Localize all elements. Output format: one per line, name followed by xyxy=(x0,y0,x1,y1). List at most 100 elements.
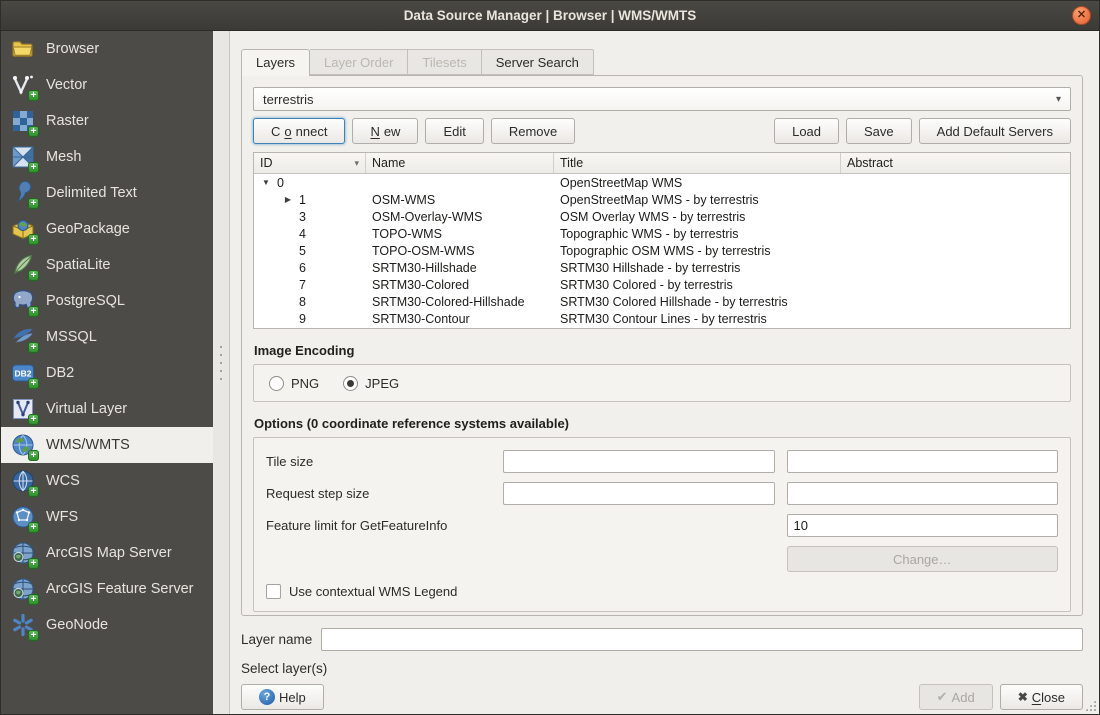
sidebar-item-postgresql[interactable]: +PostgreSQL xyxy=(1,283,213,319)
feature-limit-input[interactable] xyxy=(787,514,1059,537)
branch-open-icon[interactable]: ▼ xyxy=(260,178,272,187)
request-step-width-input[interactable] xyxy=(503,482,775,505)
radio-label: JPEG xyxy=(365,376,399,391)
feature-limit-label: Feature limit for GetFeatureInfo xyxy=(266,518,775,533)
sidebar-item-label: SpatiaLite xyxy=(46,257,111,273)
cell-name: SRTM30-Contour xyxy=(366,312,554,326)
checkmark-icon: ✔ xyxy=(937,689,948,705)
add-button: ✔ Add xyxy=(919,684,993,710)
plus-badge-icon: + xyxy=(28,630,39,641)
tile-size-height-input[interactable] xyxy=(787,450,1059,473)
connect-button[interactable]: Connect xyxy=(253,118,345,144)
column-header-title[interactable]: Title xyxy=(554,153,841,173)
arcgis-globe-icon: + xyxy=(10,540,36,566)
window-titlebar: Data Source Manager | Browser | WMS/WMTS… xyxy=(1,1,1099,31)
new-button[interactable]: New xyxy=(352,118,418,144)
cell-id: 0 xyxy=(277,176,284,190)
sidebar-item-label: Delimited Text xyxy=(46,185,137,201)
edit-button[interactable]: Edit xyxy=(425,118,483,144)
sidebar-item-vector[interactable]: +Vector xyxy=(1,67,213,103)
sidebar-item-arcgis-map-server[interactable]: +ArcGIS Map Server xyxy=(1,535,213,571)
table-row[interactable]: ▼0OpenStreetMap WMS xyxy=(254,174,1070,191)
layers-tab-page: terrestris ▾ Connect New Edit Remove Loa… xyxy=(241,75,1083,616)
tab-layers[interactable]: Layers xyxy=(241,49,310,76)
table-row[interactable]: 4TOPO-WMSTopographic WMS - by terrestris xyxy=(254,225,1070,242)
mssql-wing-icon: + xyxy=(10,324,36,350)
cell-id: 1 xyxy=(299,193,306,207)
wcs-globe-icon: + xyxy=(10,468,36,494)
help-button[interactable]: ?Help xyxy=(241,684,324,710)
sidebar-item-wfs[interactable]: +WFS xyxy=(1,499,213,535)
options-heading: Options (0 coordinate reference systems … xyxy=(254,416,1071,431)
remove-button[interactable]: Remove xyxy=(491,118,575,144)
request-step-height-input[interactable] xyxy=(787,482,1059,505)
cell-name: TOPO-OSM-WMS xyxy=(366,244,554,258)
plus-badge-icon: + xyxy=(28,162,39,173)
radio-jpeg[interactable]: JPEG xyxy=(343,376,399,391)
sidebar-splitter[interactable] xyxy=(213,31,230,714)
add-default-servers-button[interactable]: Add Default Servers xyxy=(919,118,1071,144)
sidebar-item-wcs[interactable]: +WCS xyxy=(1,463,213,499)
sidebar-item-mssql[interactable]: +MSSQL xyxy=(1,319,213,355)
plus-badge-icon: + xyxy=(28,558,39,569)
server-connection-select[interactable]: terrestris ▾ xyxy=(253,87,1071,111)
sidebar-item-db2[interactable]: DB2+DB2 xyxy=(1,355,213,391)
sidebar-item-spatialite[interactable]: + SpatiaLite xyxy=(1,247,213,283)
table-row[interactable]: 9SRTM30-ContourSRTM30 Contour Lines - by… xyxy=(254,310,1070,327)
cell-id: 3 xyxy=(299,210,306,224)
vector-points-icon: + xyxy=(10,72,36,98)
sidebar-item-virtual-layer[interactable]: + Virtual Layer xyxy=(1,391,213,427)
column-header-name[interactable]: Name xyxy=(366,153,554,173)
column-header-abstract[interactable]: Abstract xyxy=(841,153,1070,173)
radio-png[interactable]: PNG xyxy=(269,376,319,391)
sidebar-item-label: Raster xyxy=(46,113,89,129)
arcgis-globe-icon: + xyxy=(10,576,36,602)
table-row[interactable]: 7SRTM30-ColoredSRTM30 Colored - by terre… xyxy=(254,276,1070,293)
branch-closed-icon[interactable]: ▶ xyxy=(282,195,294,204)
sidebar-item-label: Virtual Layer xyxy=(46,401,127,417)
plus-badge-icon: + xyxy=(28,414,39,425)
sidebar-item-geopackage[interactable]: +GeoPackage xyxy=(1,211,213,247)
sidebar-item-wms-wmts[interactable]: +WMS/WMTS xyxy=(1,427,213,463)
tab-server-search[interactable]: Server Search xyxy=(482,49,594,75)
table-row[interactable]: 3OSM-Overlay-WMSOSM Overlay WMS - by ter… xyxy=(254,208,1070,225)
save-button[interactable]: Save xyxy=(846,118,912,144)
cell-name: SRTM30-Hillshade xyxy=(366,261,554,275)
sidebar-item-browser[interactable]: Browser xyxy=(1,31,213,67)
sidebar-item-mesh[interactable]: +Mesh xyxy=(1,139,213,175)
radio-circle-icon xyxy=(269,376,284,391)
close-icon: ✖ xyxy=(1018,690,1028,704)
sidebar-item-delimited-text[interactable]: +Delimited Text xyxy=(1,175,213,211)
data-source-manager-dialog: Data Source Manager | Browser | WMS/WMTS… xyxy=(0,0,1100,715)
add-button-label: Add xyxy=(952,690,975,705)
layer-name-row: Layer name xyxy=(241,628,1083,651)
sidebar-item-geonode[interactable]: +GeoNode xyxy=(1,607,213,643)
folder-icon xyxy=(10,36,36,62)
cell-title: Topographic WMS - by terrestris xyxy=(554,227,841,241)
svg-text:DB2: DB2 xyxy=(14,369,31,379)
plus-badge-icon: + xyxy=(28,306,39,317)
table-row[interactable]: ▶ 1 OSM-WMSOpenStreetMap WMS - by terrestr… xyxy=(254,191,1070,208)
table-row[interactable]: 5TOPO-OSM-WMSTopographic OSM WMS - by te… xyxy=(254,242,1070,259)
layer-name-input[interactable] xyxy=(321,628,1083,651)
radio-label: PNG xyxy=(291,376,319,391)
wms-legend-checkbox-row: Use contextual WMS Legend xyxy=(266,584,1058,599)
sidebar-item-arcgis-feature-server[interactable]: +ArcGIS Feature Server xyxy=(1,571,213,607)
window-close-icon[interactable]: ✕ xyxy=(1072,6,1091,25)
mesh-triangles-icon: + xyxy=(10,144,36,170)
table-row[interactable]: 6SRTM30-HillshadeSRTM30 Hillshade - by t… xyxy=(254,259,1070,276)
sidebar-item-raster[interactable]: +Raster xyxy=(1,103,213,139)
close-button[interactable]: ✖Close xyxy=(1000,684,1083,710)
plus-badge-icon: + xyxy=(28,486,39,497)
status-select-layers: Select layer(s) xyxy=(241,661,1083,676)
tile-size-width-input[interactable] xyxy=(503,450,775,473)
cell-title: OpenStreetMap WMS - by terrestris xyxy=(554,193,841,207)
request-step-label: Request step size xyxy=(266,486,491,501)
load-button[interactable]: Load xyxy=(774,118,839,144)
table-row[interactable]: 8SRTM30-Colored-HillshadeSRTM30 Colored … xyxy=(254,293,1070,310)
column-header-id[interactable]: ID▾ xyxy=(254,153,366,173)
plus-badge-icon: + xyxy=(28,270,39,281)
cell-name: OSM-WMS xyxy=(366,193,554,207)
column-header-label: ID xyxy=(260,156,273,170)
wms-legend-checkbox[interactable] xyxy=(266,584,281,599)
